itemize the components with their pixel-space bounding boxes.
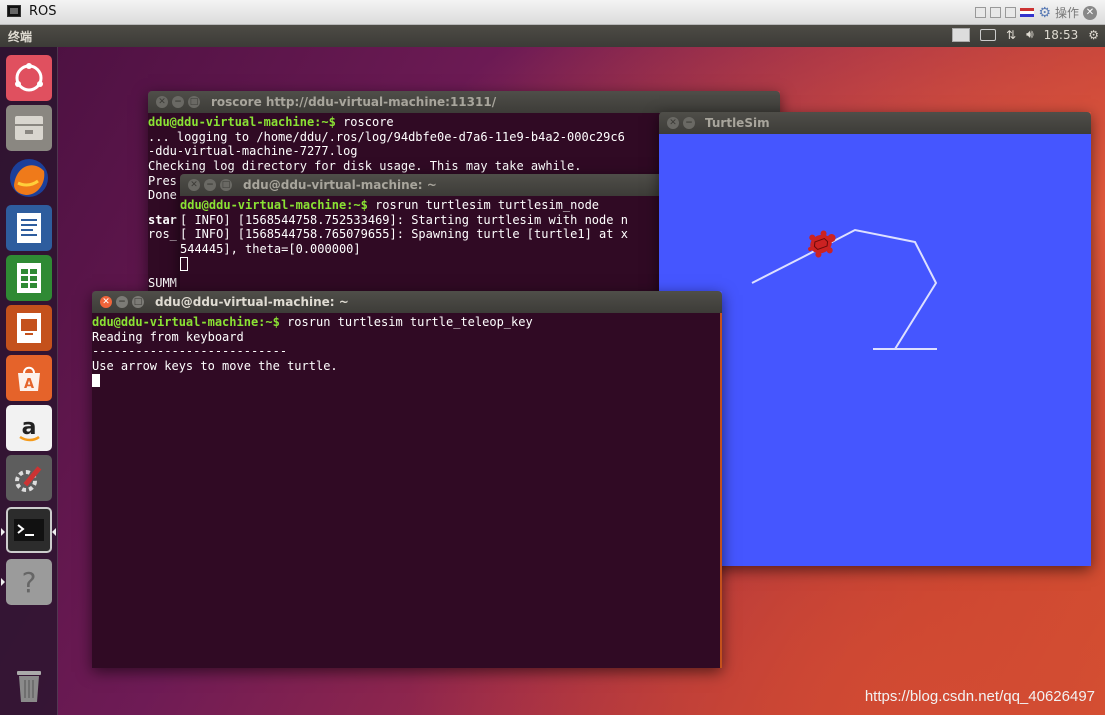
terminal-cursor (180, 257, 188, 272)
window-title: ddu@ddu-virtual-machine: ~ (243, 178, 437, 192)
terminal-icon[interactable] (6, 507, 52, 553)
vm-window-icon (7, 5, 21, 17)
active-app-name: 终端 (8, 30, 33, 44)
minimize-icon[interactable]: − (116, 296, 128, 308)
output-line: [ INFO] [1568544758.765079655]: Spawning… (180, 227, 628, 241)
window-title: roscore http://ddu-virtual-machine:11311… (211, 95, 497, 109)
output-line: ... logging to /home/ddu/.ros/log/94dbfe… (148, 130, 625, 144)
turtle-path (751, 228, 938, 350)
turtle-icon (808, 230, 836, 258)
help-icon[interactable]: ? (6, 559, 52, 605)
turtlesim-titlebar[interactable]: ✕ − TurtleSim (659, 112, 1091, 134)
files-icon[interactable] (6, 105, 52, 151)
output-line: [ INFO] [1568544758.752533469]: Starting… (180, 213, 628, 227)
minimize-icon[interactable]: − (683, 117, 695, 129)
teleop-terminal-window[interactable]: ✕ − □ ddu@ddu-virtual-machine: ~ ddu@ddu… (92, 291, 722, 668)
libreoffice-writer-icon[interactable] (6, 205, 52, 251)
terminal-cursor (92, 374, 100, 389)
turtlesim-window[interactable]: ✕ − TurtleSim (659, 112, 1091, 566)
vm-title: ROS (29, 4, 57, 19)
maximize-icon[interactable]: □ (132, 296, 144, 308)
libreoffice-impress-icon[interactable] (6, 305, 52, 351)
launcher: A a ? (0, 47, 58, 715)
libreoffice-calc-icon[interactable] (6, 255, 52, 301)
display-indicator-icon[interactable] (952, 27, 971, 42)
prompt-line: ddu@ddu-virtual-machine:~$ roscore (148, 115, 394, 129)
system-menu-gear-icon[interactable]: ⚙ (1088, 28, 1099, 42)
output-line: -ddu-virtual-machine-7277.log (148, 144, 358, 158)
turtle-path-svg (751, 228, 938, 350)
vm-maximize-icon[interactable] (1005, 7, 1017, 18)
language-flag-icon[interactable] (1020, 8, 1035, 17)
close-icon[interactable]: ✕ (188, 179, 200, 191)
vm-gear-icon[interactable]: ⚙ (1038, 5, 1051, 21)
output-line: star (148, 213, 177, 227)
ubuntu-dash-icon[interactable] (6, 55, 52, 101)
output-line: Use arrow keys to move the turtle. (92, 359, 338, 373)
ubuntu-software-icon[interactable]: A (6, 355, 52, 401)
close-icon[interactable]: ✕ (667, 117, 679, 129)
maximize-icon[interactable]: □ (188, 96, 200, 108)
top-panel: 终端 ⇅ 🔊︎ 18:53 ⚙ (0, 25, 1105, 47)
help-running-pip (1, 578, 5, 586)
output-line: ros_ (148, 227, 177, 241)
roscore-titlebar[interactable]: ✕ − □ roscore http://ddu-virtual-machine… (148, 91, 780, 113)
output-line: Pres (148, 174, 177, 188)
volume-indicator-icon[interactable]: 🔊︎ (1026, 27, 1034, 42)
output-line: SUMM (148, 276, 177, 290)
svg-text:a: a (22, 415, 37, 440)
minimize-icon[interactable]: − (172, 96, 184, 108)
close-icon[interactable]: ✕ (156, 96, 168, 108)
vm-title-bar: ROS ⚙ 操作 ✕ (0, 0, 1105, 25)
clock[interactable]: 18:53 (1044, 28, 1079, 42)
vm-minimize-icon[interactable] (975, 7, 987, 18)
keyboard-indicator-icon[interactable] (980, 28, 997, 41)
output-line: --------------------------- (92, 344, 288, 358)
vm-toolbar: ⚙ 操作 ✕ (975, 4, 1097, 21)
output-line: Checking log directory for disk usage. T… (148, 159, 582, 173)
turtlesim-canvas (659, 134, 1091, 566)
window-title: ddu@ddu-virtual-machine: ~ (155, 295, 349, 309)
output-line: 544445], theta=[0.000000] (180, 242, 361, 256)
minimize-icon[interactable]: − (204, 179, 216, 191)
close-icon[interactable]: ✕ (100, 296, 112, 308)
prompt-line: ddu@ddu-virtual-machine:~$ rosrun turtle… (180, 198, 600, 212)
prompt-line: ddu@ddu-virtual-machine:~$ rosrun turtle… (92, 315, 533, 329)
maximize-icon[interactable]: □ (220, 179, 232, 191)
vm-restore-icon[interactable] (990, 7, 1002, 18)
terminal-focused-pip (52, 528, 56, 536)
network-indicator-icon[interactable]: ⇅ (1006, 28, 1016, 42)
terminal-running-pip (1, 528, 5, 536)
system-settings-icon[interactable] (6, 455, 52, 501)
teleop-titlebar[interactable]: ✕ − □ ddu@ddu-virtual-machine: ~ (92, 291, 722, 313)
output-line: Done (148, 188, 177, 202)
trash-icon[interactable] (6, 663, 52, 709)
vm-close-icon[interactable]: ✕ (1083, 5, 1097, 20)
firefox-icon[interactable] (6, 155, 52, 201)
amazon-icon[interactable]: a (6, 405, 52, 451)
svg-text:A: A (24, 377, 34, 392)
watermark: https://blog.csdn.net/qq_40626497 (864, 688, 1095, 705)
vm-ops-menu[interactable]: 操作 (1055, 4, 1079, 21)
teleop-terminal-output[interactable]: ddu@ddu-virtual-machine:~$ rosrun turtle… (92, 313, 722, 668)
panel-indicators: ⇅ 🔊︎ 18:53 ⚙ (952, 27, 1099, 42)
output-line: Reading from keyboard (92, 330, 244, 344)
window-title: TurtleSim (705, 116, 770, 130)
